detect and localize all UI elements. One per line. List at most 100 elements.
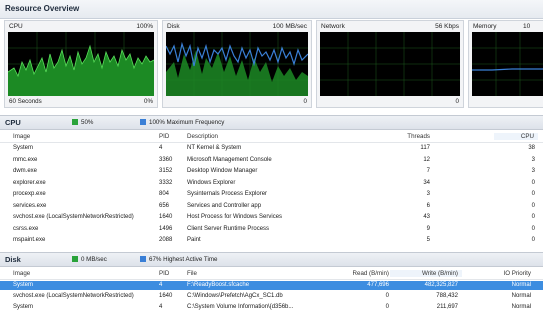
table-row[interactable]: System 4 C:\System Volume Information\{d35… [0, 303, 543, 312]
cell-pid: 4 [159, 304, 163, 310]
cell-description: Windows Explorer [187, 179, 236, 186]
col-threads[interactable]: Threads [407, 133, 430, 140]
cell-image: svchost.exe (LocalSystemNetworkRestricte… [13, 293, 134, 299]
cpu-graph-canvas [8, 32, 154, 96]
cell-threads: 7 [426, 168, 430, 174]
table-row[interactable]: mmc.exe 3360 Microsoft Management Console 1… [0, 156, 543, 165]
cpu-maxfreq-label: 100% Maximum Frequency [149, 119, 225, 126]
cell-cpu: 0 [531, 191, 535, 197]
memory-graph-label: Memory [473, 23, 497, 30]
cell-cpu: 0 [531, 214, 535, 220]
cell-description: Paint [187, 237, 201, 243]
cpu-graph-timespan: 60 Seconds [9, 98, 42, 105]
cpu-usage-swatch [72, 119, 78, 125]
cell-description: Desktop Window Manager [187, 168, 258, 174]
col-cpu[interactable]: CPU [494, 133, 538, 140]
memory-graph-max: 10 [523, 23, 531, 30]
disk-rate-label: 0 MB/sec [81, 256, 107, 263]
cell-image: mspaint.exe [13, 237, 46, 243]
cell-description: NT Kernel & System [187, 145, 242, 151]
cell-cpu: 3 [531, 156, 535, 163]
table-row[interactable]: System 4 F:\ReadyBoost.sfcache 477,696 482,3… [0, 281, 543, 290]
cell-image: System [13, 282, 34, 288]
cell-description: Host Process for Windows Services [187, 214, 283, 220]
cpu-usage-label: 50% [81, 119, 94, 126]
cell-threads: 5 [426, 237, 430, 243]
cell-description: Microsoft Management Console [187, 156, 272, 163]
disk-graph-label: Disk [167, 23, 180, 30]
col-image[interactable]: Image [13, 133, 30, 140]
network-graph-panel: Network 56 Kbps 0 [316, 20, 464, 108]
cell-image: mmc.exe [13, 156, 38, 163]
cell-image: explorer.exe [13, 179, 46, 186]
cell-io-priority: Normal [511, 282, 531, 288]
cpu-column-header: Image PID Description Threads CPU [0, 131, 543, 143]
network-graph-min: 0 [455, 98, 459, 105]
disk-graph-min: 0 [303, 98, 307, 105]
network-graph-label: Network [321, 23, 345, 30]
table-row[interactable]: csrss.exe 1496 Client Server Runtime Proce… [0, 225, 543, 234]
cell-read: 477,696 [367, 282, 389, 288]
cell-threads: 12 [423, 156, 430, 163]
cell-write: 211,697 [436, 304, 458, 310]
cell-write: 788,432 [436, 293, 458, 299]
disk-active-label: 67% Highest Active Time [149, 256, 218, 263]
cell-pid: 2088 [159, 237, 173, 243]
cell-pid: 804 [159, 191, 170, 197]
cell-cpu: 0 [531, 179, 535, 186]
table-row[interactable]: System 4 NT Kernel & System 117 38 [0, 144, 543, 153]
cell-pid: 1640 [159, 293, 173, 299]
cell-read: 0 [385, 304, 389, 310]
cell-pid: 3332 [159, 179, 173, 186]
cell-pid: 3360 [159, 156, 173, 163]
table-row[interactable]: dwm.exe 3152 Desktop Window Manager 7 3 [0, 167, 543, 176]
cell-description: Client Server Runtime Process [187, 225, 270, 232]
disk-graph-max: 100 MB/sec [272, 23, 307, 30]
disk-graph-canvas [166, 32, 308, 96]
cell-pid: 1496 [159, 225, 173, 232]
col-description[interactable]: Description [187, 133, 218, 140]
disk-column-header: Image PID File Read (B/min) Write (B/min… [0, 268, 543, 280]
col-image[interactable]: Image [13, 270, 30, 277]
col-pid[interactable]: PID [159, 133, 169, 140]
cell-pid: 656 [159, 202, 170, 209]
cell-pid: 1640 [159, 214, 173, 220]
cell-file: C:\System Volume Information\{d356b... [187, 304, 294, 310]
cell-cpu: 0 [531, 225, 535, 232]
cell-image: dwm.exe [13, 168, 38, 174]
resource-overview-titlebar: Resource Overview [0, 0, 543, 19]
cell-description: Services and Controller app [187, 202, 262, 209]
cell-io-priority: Normal [511, 293, 531, 299]
table-row[interactable]: explorer.exe 3332 Windows Explorer 34 0 [0, 179, 543, 188]
network-graph-max: 56 Kbps [435, 23, 459, 30]
cell-pid: 4 [159, 145, 163, 151]
table-row[interactable]: svchost.exe (LocalSystemNetworkRestricte… [0, 292, 543, 301]
cell-threads: 117 [420, 145, 430, 151]
cell-write: 482,325,827 [424, 282, 458, 288]
col-io-priority[interactable]: IO Priority [503, 270, 531, 277]
cell-description: Sysinternals Process Explorer [187, 191, 268, 197]
col-write[interactable]: Write (B/min) [390, 270, 462, 277]
cell-threads: 3 [426, 191, 430, 197]
col-file[interactable]: File [187, 270, 197, 277]
table-row[interactable]: mspaint.exe 2088 Paint 5 0 [0, 236, 543, 245]
cpu-maxfreq-swatch [140, 119, 146, 125]
disk-section-header[interactable]: Disk 0 MB/sec 67% Highest Active Time [0, 252, 543, 267]
memory-graph-panel: Memory 10 [468, 20, 543, 108]
table-row[interactable]: services.exe 656 Services and Controller a… [0, 202, 543, 211]
cpu-section-header[interactable]: CPU 50% 100% Maximum Frequency [0, 115, 543, 130]
cell-image: svchost.exe (LocalSystemNetworkRestricte… [13, 214, 134, 220]
cell-threads: 9 [426, 225, 430, 232]
cell-pid: 4 [159, 282, 163, 288]
col-read[interactable]: Read (B/min) [353, 270, 389, 277]
cell-image: csrss.exe [13, 225, 39, 232]
cell-cpu: 3 [531, 168, 535, 174]
table-row[interactable]: procexp.exe 804 Sysinternals Process Explo… [0, 190, 543, 199]
memory-graph-canvas [472, 32, 543, 96]
cell-image: services.exe [13, 202, 47, 209]
cell-read: 0 [385, 293, 389, 299]
table-row[interactable]: svchost.exe (LocalSystemNetworkRestricte… [0, 213, 543, 222]
cell-cpu: 38 [528, 145, 535, 151]
col-pid[interactable]: PID [159, 270, 169, 277]
cell-file: F:\ReadyBoost.sfcache [187, 282, 250, 288]
